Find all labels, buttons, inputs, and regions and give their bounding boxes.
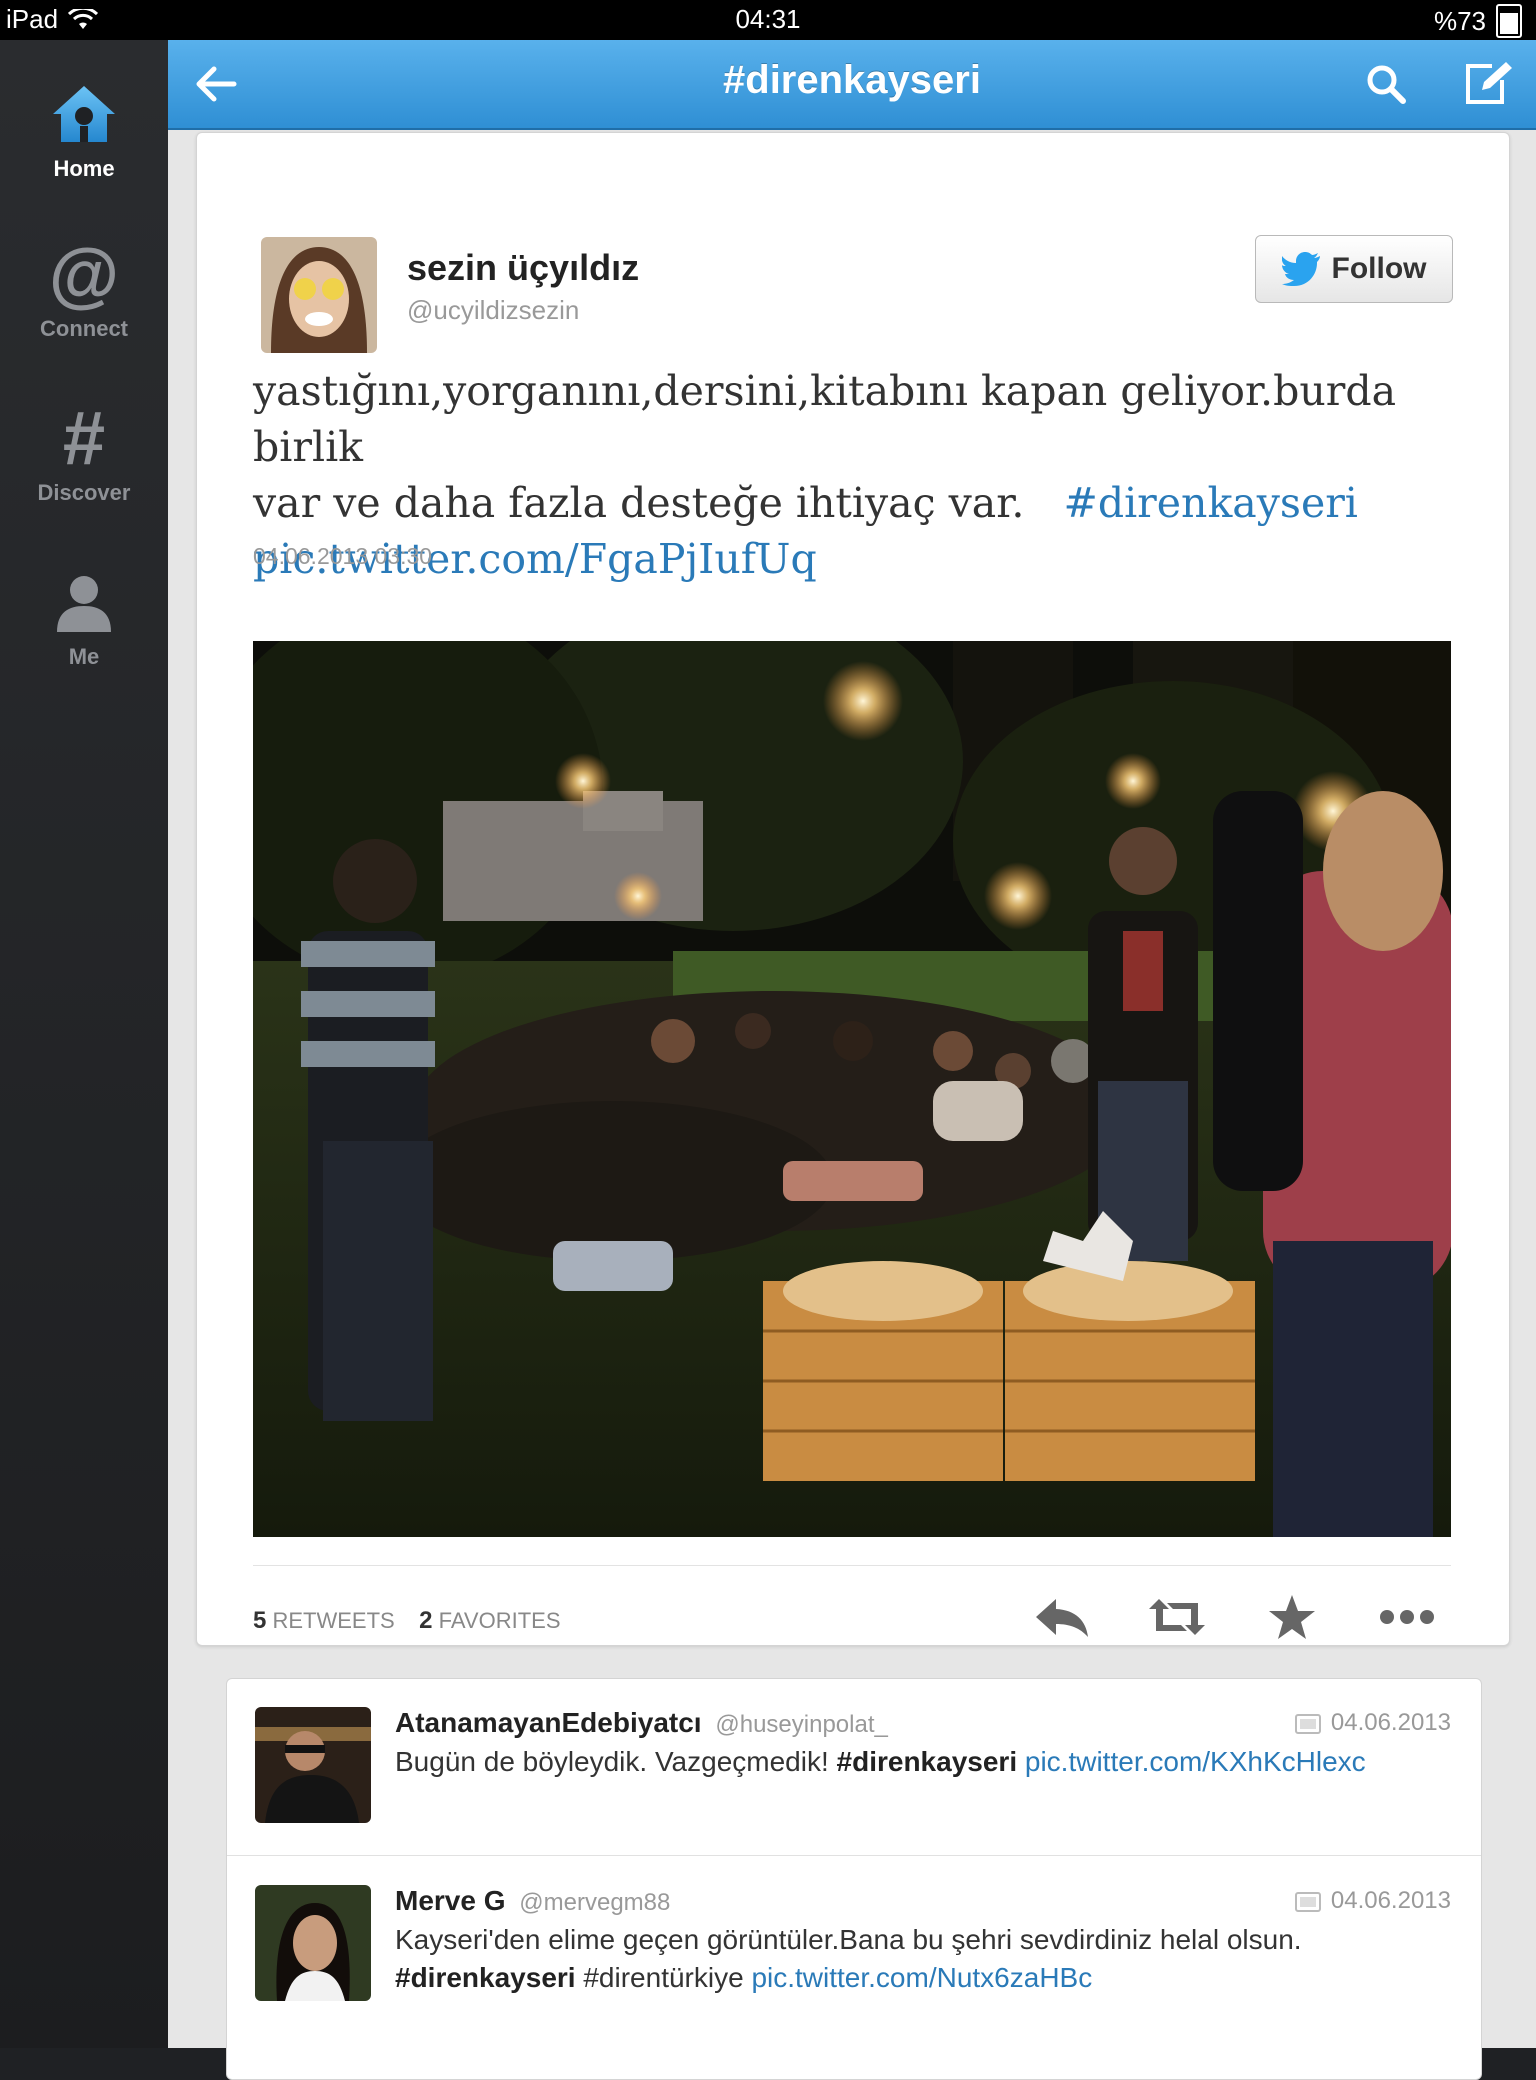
photo-attachment-icon: [1294, 1892, 1321, 1912]
sidebar-item-connect[interactable]: @ Connect: [0, 235, 168, 342]
more-options-icon[interactable]: [1377, 1591, 1437, 1643]
tweet-text-line1: yastığını,yorganını,dersini,kitabını kap…: [253, 367, 1397, 471]
battery-percent: %73: [1433, 5, 1486, 36]
list-item[interactable]: AtanamayanEdebiyatcı @huseyinpolat_ 04.0…: [227, 1679, 1481, 1856]
tweet-text-body: Bugün de böyleydik. Vazgeçmedik!: [395, 1746, 829, 1777]
sidebar-item-label: Me: [68, 644, 100, 669]
tweet-text-line2: var ve daha fazla desteğe ihtiyaç var.: [253, 479, 1025, 527]
tweet-timestamp: 04.06.2013 03:30: [253, 543, 433, 569]
tweet-list: AtanamayanEdebiyatcı @huseyinpolat_ 04.0…: [226, 1678, 1482, 2080]
sidebar-item-label: Discover: [37, 480, 131, 505]
list-item[interactable]: Merve G @mervegm88 04.06.2013 Kayseri'de…: [227, 1857, 1481, 2033]
author-name-text: Merve G: [395, 1885, 506, 1916]
search-icon[interactable]: [1364, 62, 1408, 106]
tweet-actions: [1032, 1591, 1437, 1643]
tweet-text: yastığını,yorganını,dersini,kitabını kap…: [253, 363, 1453, 587]
avatar-photo: [255, 1885, 371, 2001]
battery-icon: [1496, 4, 1522, 38]
tweet-date-text: 04.06.2013: [1330, 1887, 1451, 1914]
person-icon: [57, 576, 111, 632]
status-bar: iPad 04:31 %73: [0, 0, 1536, 40]
hashtag-link[interactable]: #direnkayseri: [837, 1746, 1018, 1777]
main-content: #direnkayseri sezin üçyıldız @ucyildizse…: [168, 40, 1536, 2080]
author-name-text: AtanamayanEdebiyatcı: [395, 1707, 702, 1738]
tweet-text: Bugün de böyleydik. Vazgeçmedik! #direnk…: [395, 1743, 1445, 1781]
sidebar: Home @ Connect # Discover Me: [0, 40, 168, 2048]
avatar-photo: [255, 1707, 371, 1823]
sidebar-item-label: Connect: [40, 316, 128, 341]
divider: [227, 1855, 1481, 1856]
retweets-label[interactable]: RETWEETS: [272, 1608, 394, 1633]
retweets-count[interactable]: 5: [253, 1607, 266, 1634]
tweet-date-text: 04.06.2013: [1330, 1709, 1451, 1736]
author-name[interactable]: sezin üçyıldız: [407, 247, 639, 289]
retweet-icon[interactable]: [1147, 1591, 1207, 1643]
favorites-label[interactable]: FAVORITES: [439, 1608, 561, 1633]
sidebar-item-discover[interactable]: # Discover: [0, 396, 168, 506]
follow-button[interactable]: Follow: [1255, 235, 1453, 303]
author-handle[interactable]: @ucyildizsezin: [407, 295, 579, 326]
tweet-text: Kayseri'den elime geçen görüntüler.Bana …: [395, 1921, 1445, 1997]
sidebar-item-label: Home: [53, 156, 115, 181]
favorite-star-icon[interactable]: [1262, 1591, 1322, 1643]
at-icon: @: [48, 235, 120, 315]
hashtag-link[interactable]: #direnkayseri: [395, 1962, 576, 1993]
avatar-photo: [261, 237, 377, 353]
home-icon: [53, 86, 115, 142]
author-handle: @mervegm88: [519, 1889, 671, 1916]
reply-icon[interactable]: [1032, 1591, 1092, 1643]
avatar[interactable]: [261, 237, 377, 353]
page-title: #direnkayseri: [723, 58, 981, 102]
hashtag-icon: #: [62, 396, 106, 481]
tweet-text-body: Kayseri'den elime geçen görüntüler.Bana …: [395, 1924, 1302, 1955]
divider: [253, 1565, 1451, 1566]
tweet-detail-card: sezin üçyıldız @ucyildizsezin Follow yas…: [196, 132, 1510, 1646]
pic-link[interactable]: pic.twitter.com/Nutx6zaHBc: [751, 1962, 1092, 1993]
author-name[interactable]: AtanamayanEdebiyatcı @huseyinpolat_: [395, 1707, 888, 1739]
clock: 04:31: [735, 4, 801, 34]
top-nav-bar: #direnkayseri: [168, 40, 1536, 130]
avatar[interactable]: [255, 1885, 371, 2001]
sidebar-item-home[interactable]: Home: [0, 80, 168, 182]
twitter-bird-icon: [1281, 252, 1320, 286]
hashtag-link[interactable]: #direnkayseri: [1063, 479, 1357, 527]
author-name[interactable]: Merve G @mervegm88: [395, 1885, 670, 1917]
tweet-date: 04.06.2013: [1294, 1709, 1451, 1737]
night-park-photo: [253, 641, 1451, 1537]
avatar[interactable]: [255, 1707, 371, 1823]
tweet-date: 04.06.2013: [1294, 1887, 1451, 1915]
tweet-photo[interactable]: [253, 641, 1451, 1537]
compose-icon[interactable]: [1462, 60, 1514, 108]
sidebar-item-me[interactable]: Me: [0, 568, 168, 670]
tweet-stats: 5 RETWEETS 2 FAVORITES: [253, 1607, 561, 1635]
photo-attachment-icon: [1294, 1714, 1321, 1734]
hashtag-link-2[interactable]: #direntürkiye: [583, 1962, 743, 1993]
favorites-count[interactable]: 2: [419, 1607, 432, 1634]
follow-label: Follow: [1331, 252, 1427, 285]
author-handle: @huseyinpolat_: [715, 1711, 888, 1738]
pic-link[interactable]: pic.twitter.com/KXhKcHlexc: [1025, 1746, 1366, 1777]
